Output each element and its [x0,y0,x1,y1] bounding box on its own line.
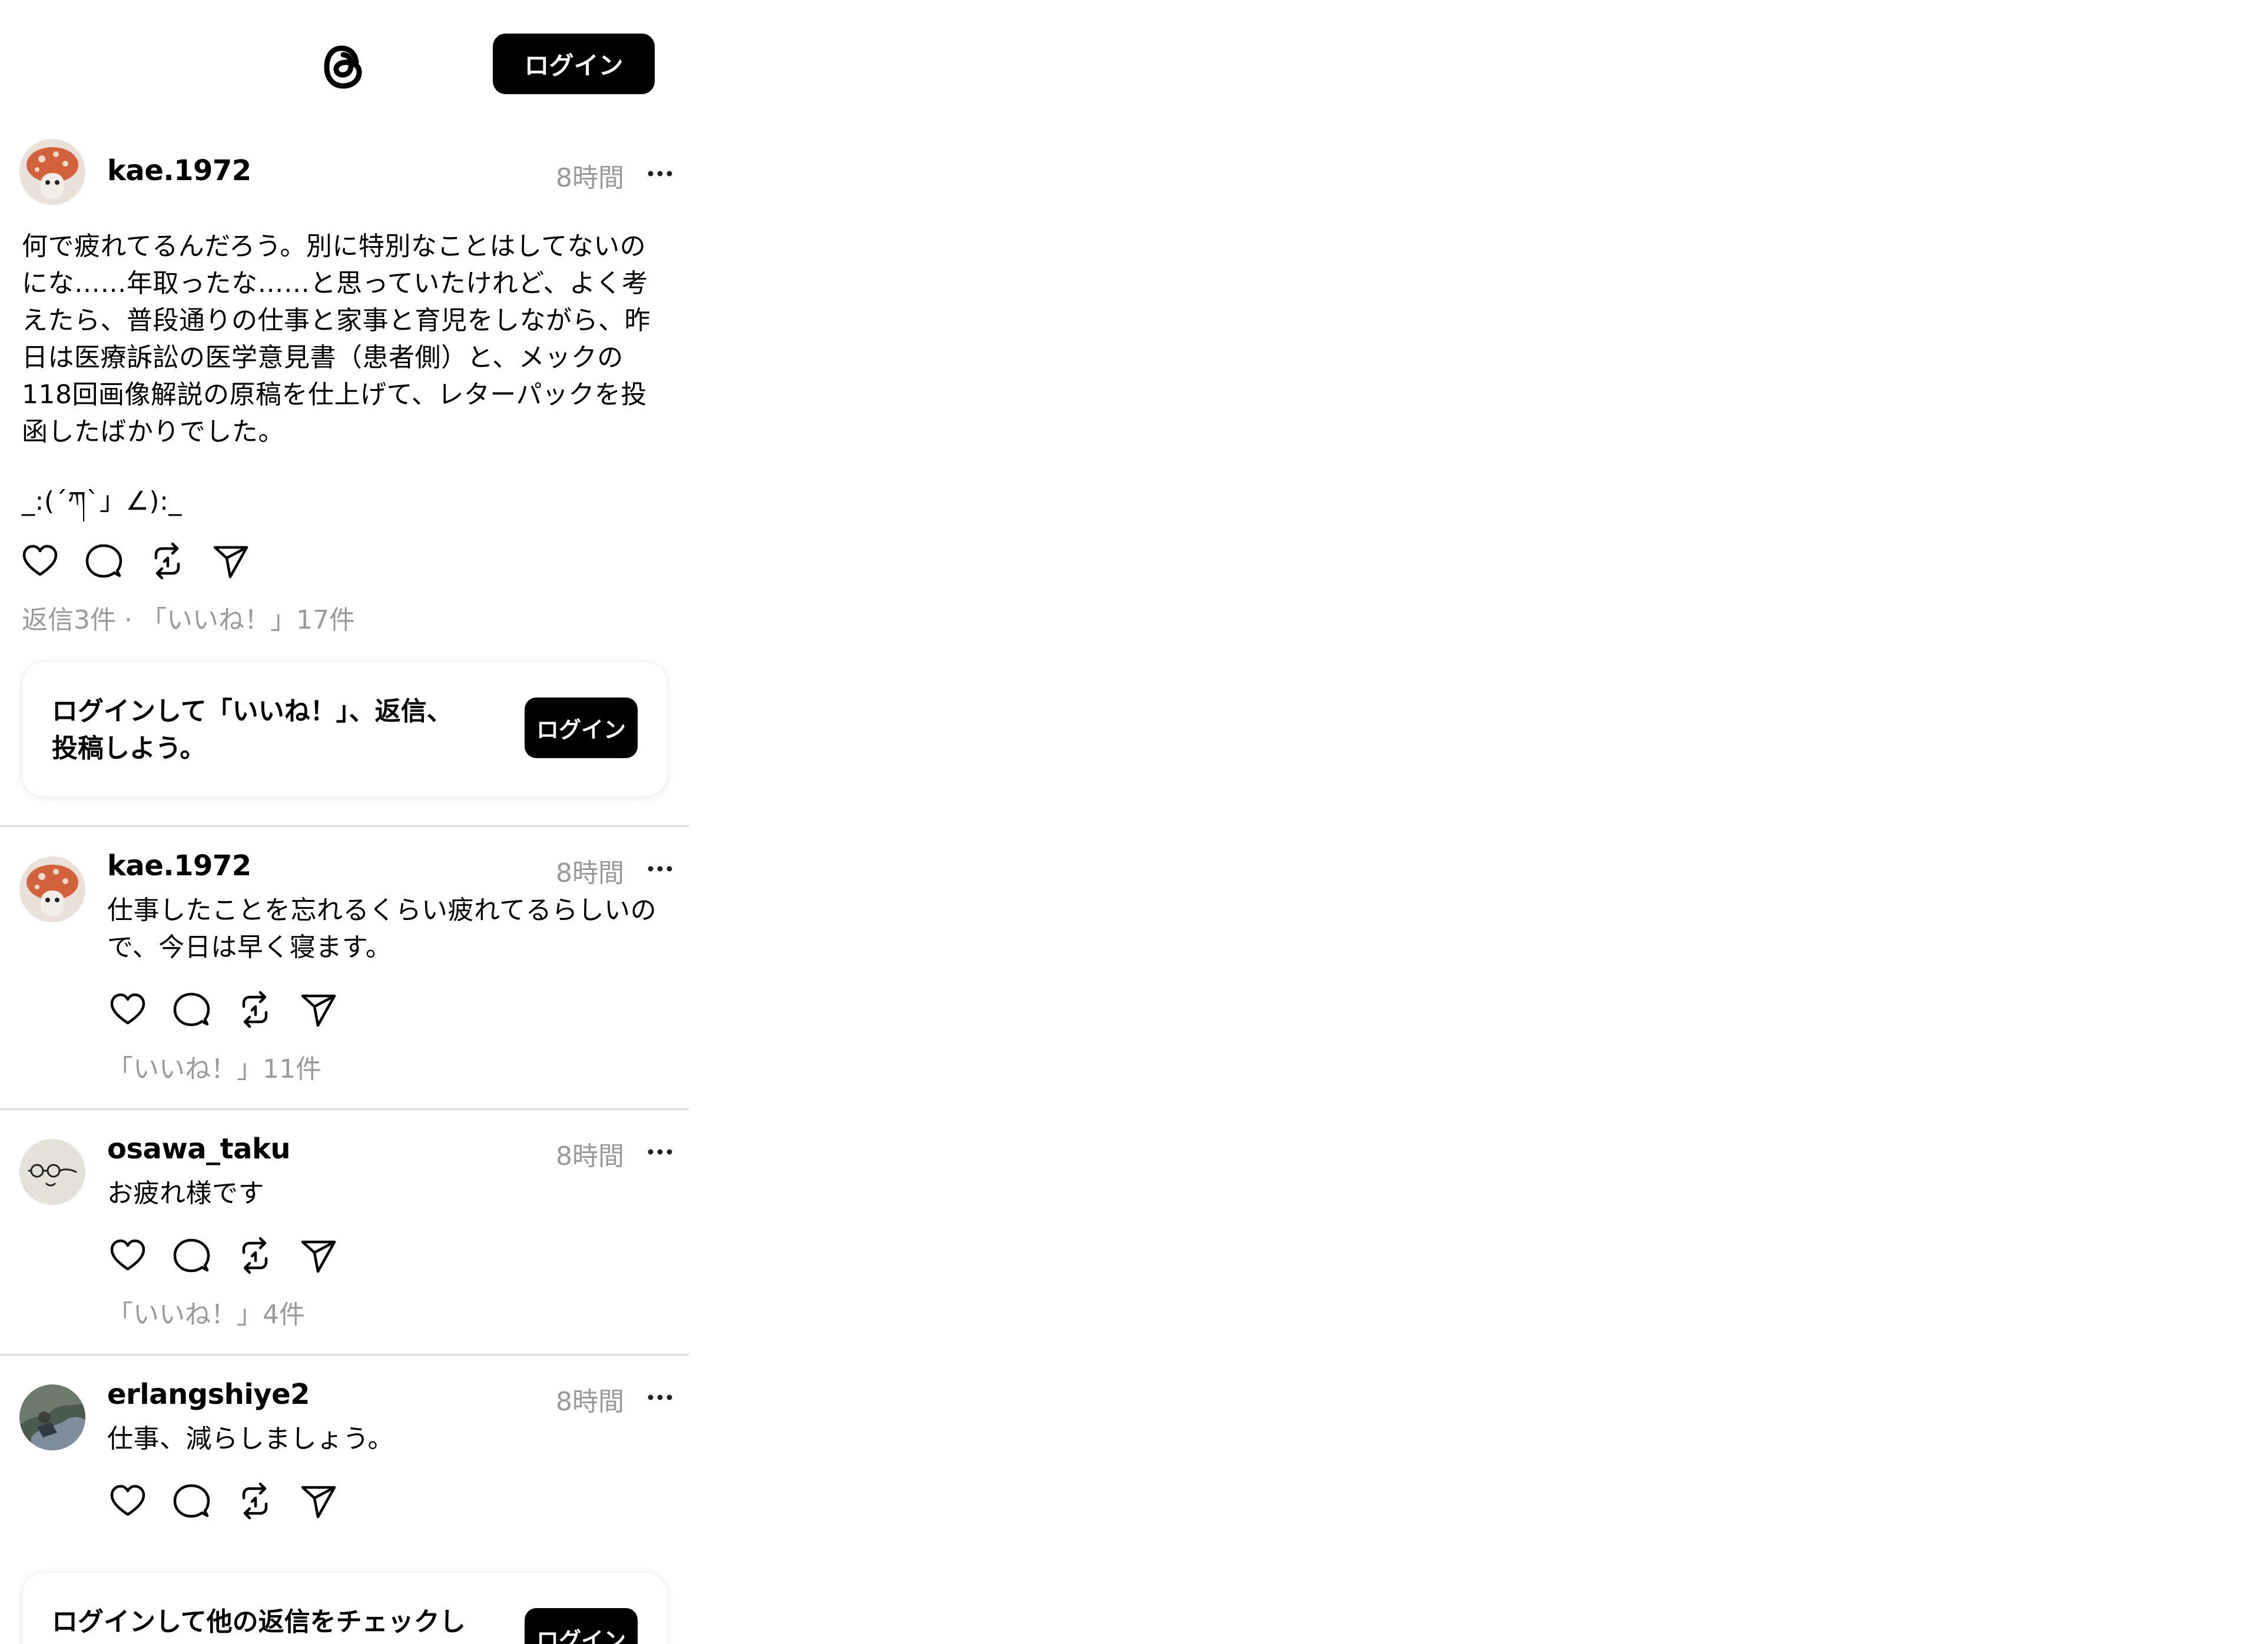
reply-stats[interactable]: 「いいね！」11件 [107,1048,321,1085]
mushroom-avatar-icon [19,856,85,922]
repost-icon[interactable] [234,989,276,1030]
repost-icon[interactable] [234,1480,276,1522]
login-prompt-button[interactable]: ログイン [525,1608,638,1644]
reply-text: 仕事、減らしましょう。 [107,1424,394,1454]
sketch-face-avatar-icon [19,1139,85,1205]
avatar[interactable] [19,139,85,205]
send-icon[interactable] [298,989,339,1030]
page: ログイン kae.1972 8時間 何で疲れてるんだろう。別に特別なことはしてな… [0,0,2268,1644]
comment-icon[interactable] [83,540,124,582]
login-prompt-card-bottom: ログインして他の返信をチェックし ログイン [22,1573,667,1644]
username[interactable]: kae.1972 [107,154,251,187]
avatar[interactable] [19,856,85,922]
comment-icon[interactable] [171,1480,212,1522]
post-stats[interactable]: 返信3件 · 「いいね！」17件 [22,599,355,636]
divider [0,1354,689,1356]
post-time: 8時間 [556,858,624,888]
photo-avatar-icon [19,1384,85,1450]
reply-actions [107,1235,339,1276]
reply-actions [107,1480,339,1522]
post-emoticon: _:(´ཀ`」∠):_ [22,486,182,516]
divider [0,1108,689,1110]
more-dots-icon[interactable] [646,1391,674,1403]
post-actions [19,540,251,582]
heart-icon[interactable] [19,540,61,582]
send-icon[interactable] [298,1480,339,1522]
heart-icon[interactable] [107,989,148,1030]
repost-icon[interactable] [147,540,188,582]
post-time: 8時間 [556,1387,624,1417]
heart-icon[interactable] [107,1480,148,1522]
login-prompt-text: ログインして「いいね！」、返信、 投稿しよう。 [52,696,453,763]
username[interactable]: erlangshiye2 [107,1378,310,1411]
repost-icon[interactable] [234,1235,276,1276]
post-time: 8時間 [556,163,624,193]
reply-text: お疲れ様です [107,1178,264,1208]
heart-icon[interactable] [107,1235,148,1276]
reply-text: 仕事したことを忘れるくらい疲れてるらしいの で、今日は早く寝ます。 [107,895,657,962]
divider [0,825,689,827]
login-prompt-text: ログインして他の返信をチェックし [52,1607,466,1637]
reply-actions [107,989,339,1030]
thread-column: ログイン kae.1972 8時間 何で疲れてるんだろう。別に特別なことはしてな… [0,0,689,1644]
username[interactable]: kae.1972 [107,849,251,882]
avatar[interactable] [19,1384,85,1450]
reply-stats[interactable]: 「いいね！」4件 [107,1293,305,1331]
more-dots-icon[interactable] [646,1146,674,1158]
send-icon[interactable] [298,1235,339,1276]
post-time: 8時間 [556,1141,624,1171]
login-prompt-button[interactable]: ログイン [525,698,638,758]
comment-icon[interactable] [171,989,212,1030]
login-button[interactable]: ログイン [493,34,655,94]
more-dots-icon[interactable] [646,863,674,875]
username[interactable]: osawa_taku [107,1132,291,1165]
threads-logo-icon[interactable] [314,36,373,95]
post-text: 何で疲れてるんだろう。別に特別なことはしてないの にな……年取ったな……と思って… [22,231,651,447]
comment-icon[interactable] [171,1235,212,1276]
top-bar: ログイン [0,0,689,118]
avatar[interactable] [19,1139,85,1205]
mushroom-avatar-icon [19,139,85,205]
send-icon[interactable] [210,540,251,582]
login-prompt-card: ログインして「いいね！」、返信、 投稿しよう。 ログイン [22,662,667,796]
more-dots-icon[interactable] [646,168,674,180]
